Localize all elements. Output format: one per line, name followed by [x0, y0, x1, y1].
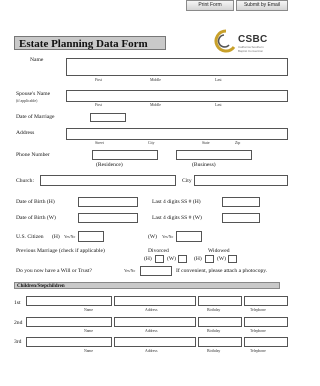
child-1-birthday-field[interactable]: [198, 296, 242, 306]
first-caption: First: [95, 78, 102, 82]
form-page: CSBC California Southern Baptist Convent…: [10, 12, 292, 386]
church-field[interactable]: [40, 175, 176, 186]
divorced-h-checkbox[interactable]: [155, 255, 164, 263]
ssn-h-field[interactable]: [222, 197, 260, 207]
if-applicable-caption: (if applicable): [16, 99, 38, 103]
date-of-marriage-label: Date of Marriage: [16, 114, 55, 120]
child-3-address-field[interactable]: [114, 337, 196, 347]
residence-phone-field[interactable]: [92, 150, 158, 160]
divorced-h-label: (H): [144, 256, 152, 262]
divorced-w-checkbox[interactable]: [178, 255, 187, 263]
child-row-2-label: 2nd: [14, 320, 23, 326]
citizen-h-label: (H): [52, 234, 60, 240]
dob-h-label: Date of Birth (H): [16, 199, 55, 205]
children-section-header: Children/Stepchildren: [14, 282, 280, 289]
widowed-w-label: (W): [217, 256, 227, 262]
state-caption: State: [202, 141, 210, 145]
child-3-address-caption: Address: [145, 349, 158, 353]
widowed-label: Widowed: [208, 248, 230, 254]
child-3-telephone-caption: Telephone: [250, 349, 266, 353]
divorced-w-label: (W): [167, 256, 177, 262]
church-label: Church:: [16, 178, 35, 184]
child-1-address-field[interactable]: [114, 296, 196, 306]
form-title: Estate Planning Data Form: [14, 36, 166, 50]
child-1-telephone-caption: Telephone: [250, 308, 266, 312]
divorced-label: Divorced: [148, 248, 169, 254]
child-3-birthday-field[interactable]: [198, 337, 242, 347]
spouse-middle-caption: Middle: [150, 103, 161, 107]
residence-caption: (Residence): [96, 162, 123, 168]
child-2-name-caption: Name: [84, 329, 94, 333]
us-citizen-label: U.S. Citizen: [16, 234, 44, 240]
name-field[interactable]: [66, 58, 288, 76]
citizen-w-label: (W): [148, 234, 158, 240]
child-2-address-field[interactable]: [114, 317, 196, 327]
address-field[interactable]: [66, 128, 288, 140]
city-label: City: [182, 178, 192, 184]
city-caption: City: [148, 141, 155, 145]
date-of-marriage-field[interactable]: [90, 113, 126, 122]
child-1-address-caption: Address: [145, 308, 158, 312]
child-1-name-caption: Name: [84, 308, 94, 312]
church-city-field[interactable]: [194, 175, 288, 186]
dob-w-label: Date of Birth (W): [16, 215, 56, 221]
previous-marriage-label: Previous Marriage (check if applicable): [16, 248, 105, 254]
child-row-3-label: 3rd: [14, 339, 22, 345]
will-yesno-caption: Yes/No: [124, 269, 136, 273]
child-2-telephone-field[interactable]: [244, 317, 288, 327]
csbc-logo-icon: [214, 29, 236, 53]
middle-caption: Middle: [150, 78, 161, 82]
child-1-name-field[interactable]: [26, 296, 112, 306]
ssn-w-label: Last 4 digits SS # (W): [152, 215, 202, 221]
child-row-1-label: 1st: [14, 300, 21, 306]
citizen-h-yesno-caption: Yes/No: [64, 235, 76, 239]
name-label: Name: [30, 57, 44, 63]
child-2-address-caption: Address: [145, 329, 158, 333]
street-caption: Street: [95, 141, 104, 145]
child-2-birthday-field[interactable]: [198, 317, 242, 327]
will-trust-field[interactable]: [140, 266, 172, 276]
will-trust-question: Do you now have a Will or Trust?: [16, 268, 92, 274]
zip-caption: Zip: [235, 141, 241, 145]
address-label: Address: [16, 130, 35, 136]
ssn-h-label: Last 4 digits SS # (H): [152, 199, 201, 205]
child-3-name-caption: Name: [84, 349, 94, 353]
last-caption: Last: [215, 78, 222, 82]
logo-text: CSBC: [238, 34, 268, 45]
child-3-telephone-field[interactable]: [244, 337, 288, 347]
submit-by-email-button[interactable]: Submit by Email: [236, 0, 288, 11]
attach-photocopy-note: If convenient, please attach a photocopy…: [176, 268, 268, 274]
dob-w-field[interactable]: [78, 213, 138, 223]
child-2-name-field[interactable]: [26, 317, 112, 327]
print-form-button[interactable]: Print Form: [186, 0, 234, 11]
widowed-h-label: (H): [194, 256, 202, 262]
spouse-first-caption: First: [95, 103, 102, 107]
logo-subtitle-2: Baptist Convention: [238, 48, 264, 53]
business-phone-field[interactable]: [176, 150, 252, 160]
child-1-birthday-caption: Birthday: [207, 308, 221, 312]
child-1-telephone-field[interactable]: [244, 296, 288, 306]
spouse-name-label: Spouse's Name: [16, 91, 51, 97]
phone-number-label: Phone Number: [16, 152, 50, 158]
child-3-birthday-caption: Birthday: [207, 349, 221, 353]
ssn-w-field[interactable]: [222, 213, 260, 223]
child-2-telephone-caption: Telephone: [250, 329, 266, 333]
citizen-h-field[interactable]: [78, 231, 104, 242]
child-2-birthday-caption: Birthday: [207, 329, 221, 333]
dob-h-field[interactable]: [78, 197, 138, 207]
citizen-w-field[interactable]: [176, 231, 202, 242]
spouse-name-field[interactable]: [66, 90, 288, 102]
business-caption: (Business): [192, 162, 216, 168]
citizen-w-yesno-caption: Yes/No: [162, 235, 174, 239]
widowed-h-checkbox[interactable]: [205, 255, 214, 263]
spouse-last-caption: Last: [215, 103, 222, 107]
widowed-w-checkbox[interactable]: [228, 255, 237, 263]
child-3-name-field[interactable]: [26, 337, 112, 347]
